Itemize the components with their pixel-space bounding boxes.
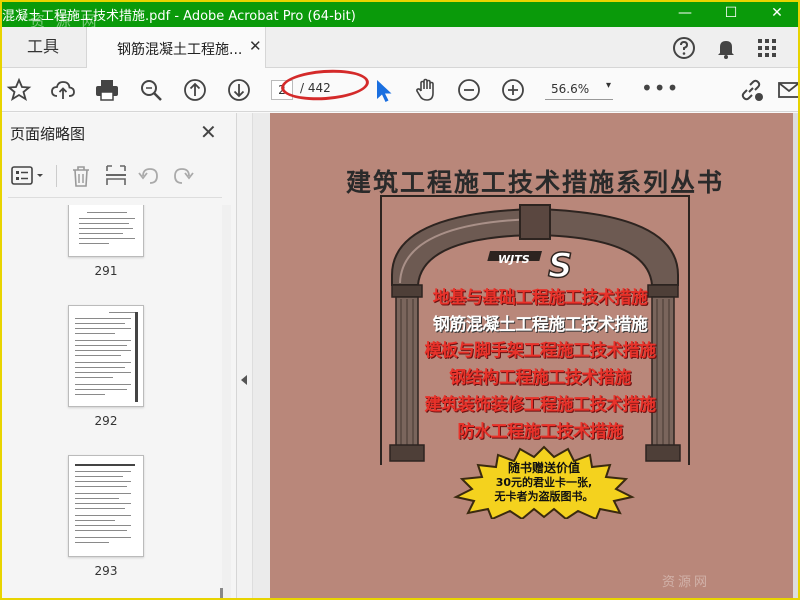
zoom-out-icon[interactable] bbox=[456, 77, 482, 103]
previous-page-icon[interactable] bbox=[182, 77, 208, 103]
panel-scrollbar-thumb[interactable] bbox=[220, 588, 223, 600]
hand-tool-icon[interactable] bbox=[413, 77, 439, 103]
document-view[interactable]: 建筑工程施工技术措施系列丛书 WJTS S 地基与基础工程施工技术措施 钢筋混凝… bbox=[253, 113, 800, 600]
thumbnail-page[interactable] bbox=[68, 205, 144, 257]
series-title: 建筑工程施工技术措施系列丛书 bbox=[345, 168, 724, 197]
publisher-logo: WJTS bbox=[498, 253, 530, 266]
search-icon[interactable] bbox=[138, 77, 164, 103]
annotation-circle bbox=[280, 66, 370, 104]
cloud-upload-icon[interactable] bbox=[50, 77, 76, 103]
thumbnail-list[interactable]: 291 292 293 bbox=[0, 205, 222, 600]
thumbnails-panel: 页面缩略图 ✕ 291 292 293 bbox=[0, 113, 237, 600]
thumbnail-page-number: 293 bbox=[94, 564, 118, 578]
book-title: 钢筋混凝土工程施工技术措施 bbox=[432, 315, 648, 335]
thumbnail-page-number: 291 bbox=[94, 264, 118, 278]
tab-document[interactable]: 钢筋混凝土工程施... ✕ bbox=[86, 27, 266, 68]
tab-document-label: 钢筋混凝土工程施... bbox=[117, 42, 243, 58]
undo-rotate-icon[interactable] bbox=[136, 163, 162, 189]
share-link-icon[interactable] bbox=[738, 77, 764, 103]
collapse-arrow-icon[interactable] bbox=[241, 375, 247, 385]
book-title: 地基与基础工程施工技术措施 bbox=[432, 288, 648, 308]
toolbar-divider bbox=[56, 165, 57, 187]
document-scrollbar[interactable] bbox=[793, 113, 800, 600]
print-icon[interactable] bbox=[94, 77, 120, 103]
tab-bar: 工具 钢筋混凝土工程施... ✕ bbox=[0, 27, 800, 68]
pdf-page: 建筑工程施工技术措施系列丛书 WJTS S 地基与基础工程施工技术措施 钢筋混凝… bbox=[270, 113, 800, 600]
close-window-button[interactable]: ✕ bbox=[754, 0, 800, 27]
bell-icon[interactable] bbox=[713, 35, 739, 61]
help-icon[interactable] bbox=[671, 35, 697, 61]
thumbnail-page[interactable] bbox=[68, 305, 144, 407]
panel-close-button[interactable]: ✕ bbox=[200, 120, 217, 144]
maximize-button[interactable]: ☐ bbox=[708, 0, 754, 27]
book-title: 防水工程施工技术措施 bbox=[457, 422, 624, 442]
thumbnail-page[interactable] bbox=[68, 455, 144, 557]
select-cursor-icon[interactable] bbox=[372, 78, 398, 104]
redo-rotate-icon[interactable] bbox=[170, 163, 196, 189]
apps-grid-icon[interactable] bbox=[754, 35, 780, 61]
tab-tools[interactable]: 工具 bbox=[0, 27, 86, 68]
svg-text:S: S bbox=[548, 246, 573, 286]
chevron-down-icon: ▾ bbox=[605, 80, 611, 91]
panel-scrollbar[interactable] bbox=[222, 205, 231, 600]
book-title: 建筑装饰装修工程施工技术措施 bbox=[424, 395, 657, 415]
mail-icon[interactable] bbox=[776, 77, 800, 103]
thumbnail-options-icon[interactable] bbox=[10, 163, 46, 189]
zoom-in-icon[interactable] bbox=[500, 77, 526, 103]
next-page-icon[interactable] bbox=[226, 77, 252, 103]
star-bookmark-icon[interactable] bbox=[6, 77, 32, 103]
main-toolbar: 2 / 442 56.6% ▾ ••• bbox=[0, 66, 800, 112]
book-title: 钢结构工程施工技术措施 bbox=[449, 368, 631, 388]
zoom-value: 56.6% bbox=[551, 82, 590, 96]
insert-page-icon[interactable] bbox=[103, 163, 129, 189]
corner-watermark: 资源网 bbox=[662, 575, 711, 590]
tab-close-button[interactable]: ✕ bbox=[249, 37, 262, 55]
zoom-select[interactable]: 56.6% ▾ bbox=[545, 80, 613, 100]
panel-splitter[interactable] bbox=[237, 113, 253, 600]
title-bar: 混凝土工程施工技术措施.pdf - Adobe Acrobat Pro (64-… bbox=[0, 0, 800, 30]
book-title: 模板与脚手架工程施工技术措施 bbox=[424, 341, 657, 361]
panel-title: 页面缩略图 bbox=[10, 125, 86, 143]
panel-divider bbox=[8, 197, 222, 198]
gift-text-line: 无卡者为盗版图书。 bbox=[494, 490, 594, 503]
minimize-button[interactable]: — bbox=[662, 0, 708, 27]
thumbnail-page-number: 292 bbox=[94, 414, 118, 428]
trash-icon[interactable] bbox=[68, 163, 94, 189]
more-tools-button[interactable]: ••• bbox=[641, 76, 679, 100]
